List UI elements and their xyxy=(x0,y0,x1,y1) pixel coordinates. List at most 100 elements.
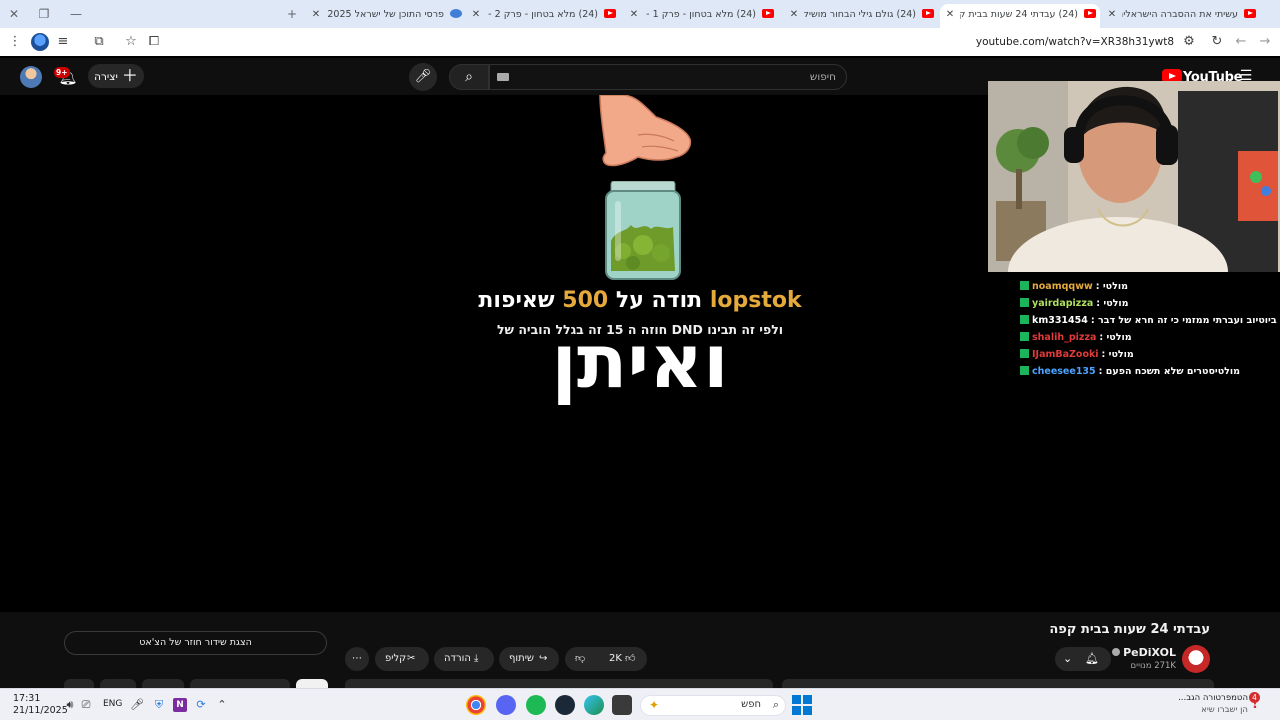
browser-tab[interactable]: ✕ פרסי התוכן של ישראל 2025 | ה xyxy=(306,4,466,26)
spotify-taskbar-icon[interactable] xyxy=(526,695,546,715)
donation-message: ולפי זה תבינו DND חוזה ה 15 זה בגלל הובי… xyxy=(496,322,784,337)
moderator-badge-icon xyxy=(1020,281,1029,290)
download-button[interactable]: הורדה ⤓ xyxy=(434,647,494,671)
volume-icon[interactable]: 🔊︎ xyxy=(63,698,77,712)
edge-taskbar-icon[interactable] xyxy=(584,695,604,715)
donation-alert-line: lopstok תודה על 500 שאיפות xyxy=(440,288,840,313)
youtube-favicon-icon xyxy=(1084,9,1096,18)
discord-taskbar-icon[interactable] xyxy=(496,695,516,715)
webcam-overlay xyxy=(988,81,1280,272)
file-explorer-taskbar-icon[interactable] xyxy=(612,695,632,715)
share-button[interactable]: שיתוף ↪ xyxy=(499,647,559,671)
chat-message: noamqqww: מולטי xyxy=(1016,279,1280,294)
donation-unit: שאיפות xyxy=(478,288,555,313)
show-hidden-icons-chevron-up-icon[interactable]: ⌃ xyxy=(215,698,229,712)
chat-username: cheesee135 xyxy=(1032,366,1096,377)
chat-message: cheesee135: מולטיסטרים שלא תשכח הפעם xyxy=(1016,364,1280,379)
channel-avatar[interactable] xyxy=(1182,645,1210,673)
donation-amount: 500 xyxy=(562,288,609,313)
minimize-window-button[interactable]: — xyxy=(62,4,90,24)
input-language[interactable]: ENG xyxy=(103,699,122,709)
forward-icon[interactable]: → xyxy=(1256,33,1274,51)
new-tab-button[interactable]: + xyxy=(278,4,306,24)
weather-subline[interactable]: הן ישברו שיא xyxy=(1160,705,1248,715)
address-bar-url[interactable]: youtube.com/watch?v=XR38h31ywt8 xyxy=(940,35,1174,49)
install-app-icon[interactable]: ⧠ xyxy=(145,33,163,51)
chrome-taskbar-icon[interactable] xyxy=(466,695,486,715)
security-shield-icon[interactable]: ⛨ xyxy=(152,698,166,712)
show-chat-replay-button[interactable]: הצגת שידור חוזר של הצ'אט xyxy=(64,631,327,655)
tab-title: (24) עבדתי 24 שעות בבית קפה xyxy=(960,9,1078,20)
jar-illustration xyxy=(605,181,681,280)
browser-tab[interactable]: ✕ (24) גולם גילי הבחור מושיק עפי xyxy=(784,4,938,26)
windows-start-icon[interactable] xyxy=(792,695,812,715)
browser-tab[interactable]: ✕ (24) מלא בטחון - פרק 1 - הכירו xyxy=(624,4,778,26)
microphone-icon[interactable]: 🎤︎ xyxy=(130,698,144,712)
clip-label: קליפ xyxy=(385,653,407,664)
weather-headline[interactable]: הטמפרטורה הגב... xyxy=(1160,693,1248,703)
chat-text: מולטי xyxy=(1108,349,1134,360)
clip-button[interactable]: קליפ ✂ xyxy=(375,647,429,671)
close-icon[interactable]: ✕ xyxy=(788,8,800,22)
voice-search-mic-icon[interactable]: 🎤︎ xyxy=(409,63,437,91)
more-horizontal-icon: ⋯ xyxy=(352,653,362,664)
keyboard-icon[interactable] xyxy=(497,73,509,81)
like-dislike-group: 👎︎ 2K 👍︎ xyxy=(565,647,647,671)
favicon-icon xyxy=(450,9,462,18)
tab-title: עשיתי את ההסברה הישראלית xyxy=(1122,9,1238,20)
browser-tab-active[interactable]: ✕ (24) עבדתי 24 שעות בבית קפה xyxy=(940,4,1100,28)
dislike-icon[interactable]: 👎︎ xyxy=(575,647,585,671)
share-label: שיתוף xyxy=(509,653,535,664)
close-icon[interactable]: ✕ xyxy=(628,8,640,22)
chat-message: km331454: יש לי מוד ביוטיוב ועברתי ממזמי… xyxy=(1016,313,1280,328)
download-label: הורדה xyxy=(444,653,471,664)
browser-tab[interactable]: ✕ (24) מלא בטחון - פרק 2 - חזל"ו xyxy=(466,4,620,26)
tab-title: (24) מלא בטחון - פרק 2 - חזל"ו xyxy=(486,9,598,20)
bookmark-star-icon[interactable]: ☆ xyxy=(122,33,140,51)
close-icon[interactable]: ✕ xyxy=(470,8,482,22)
subscription-notifications-button[interactable]: ⌄ 🔔︎ xyxy=(1055,647,1111,671)
playlist-icon[interactable]: ≡ xyxy=(54,33,72,51)
restore-window-button[interactable]: ❐ xyxy=(30,4,58,24)
taskbar-search-box[interactable]: ✦ חפש ⌕ xyxy=(640,695,786,716)
reload-icon[interactable]: ↻ xyxy=(1208,33,1226,51)
extensions-icon[interactable]: ⧉ xyxy=(90,33,108,51)
close-icon[interactable]: ✕ xyxy=(310,8,322,22)
create-button[interactable]: יצירה ＋ xyxy=(88,64,144,88)
moderator-badge-icon xyxy=(1020,332,1029,341)
moderator-badge-icon xyxy=(1020,349,1029,358)
search-button[interactable]: ⌕ xyxy=(449,64,489,90)
clock-date[interactable]: 21/11/2025 xyxy=(13,705,68,716)
youtube-favicon-icon xyxy=(922,9,934,18)
close-icon[interactable]: ✕ xyxy=(1106,8,1118,22)
like-count[interactable]: 2K xyxy=(609,647,622,671)
account-avatar[interactable] xyxy=(20,66,42,88)
like-icon[interactable]: 👍︎ xyxy=(625,647,635,671)
tab-title: פרסי התוכן של ישראל 2025 | ה xyxy=(326,9,444,20)
sync-icon[interactable]: ⟳ xyxy=(194,698,208,712)
search-input[interactable]: חיפוש xyxy=(489,64,847,90)
webcam-feed-image xyxy=(988,81,1280,272)
close-window-button[interactable]: ✕ xyxy=(0,4,28,24)
browser-tab[interactable]: ✕ עשיתי את ההסברה הישראלית xyxy=(1102,4,1260,26)
profile-avatar[interactable] xyxy=(31,33,49,51)
clock-time[interactable]: 17:31 xyxy=(13,693,40,704)
channel-name[interactable]: PeDiXOL xyxy=(1100,646,1176,659)
onenote-icon[interactable]: N xyxy=(173,698,187,712)
back-icon[interactable]: ← xyxy=(1232,33,1250,51)
youtube-favicon-icon xyxy=(1244,9,1256,18)
close-icon[interactable]: ✕ xyxy=(944,8,956,22)
more-actions-button[interactable]: ⋯ xyxy=(345,647,369,671)
donor-name: lopstok xyxy=(709,288,802,313)
more-menu-icon[interactable]: ⋮ xyxy=(6,33,24,51)
scissors-icon: ✂ xyxy=(407,653,416,664)
moderator-badge-icon xyxy=(1020,298,1029,307)
chat-text: מולטיסטרים שלא תשכח הפעם xyxy=(1105,366,1241,377)
youtube-favicon-icon xyxy=(762,9,774,18)
donation-text: תודה על xyxy=(615,288,703,313)
network-icon[interactable]: ⎚ xyxy=(79,698,93,712)
video-title: עבדתי 24 שעות בבית קפה xyxy=(1049,622,1210,637)
steam-taskbar-icon[interactable] xyxy=(555,695,575,715)
chat-username: km331454 xyxy=(1032,315,1088,326)
site-settings-icon[interactable]: ⚙ xyxy=(1180,33,1198,51)
